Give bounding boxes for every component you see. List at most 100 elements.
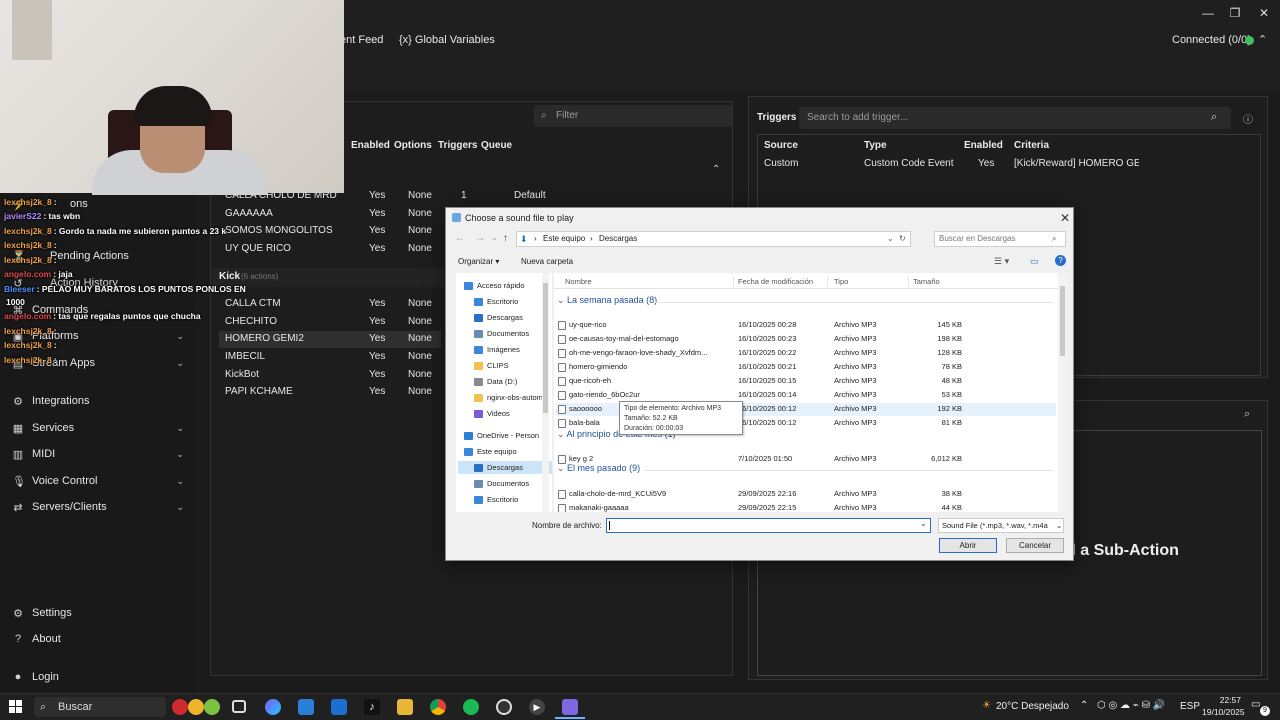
weather-text[interactable]: 20°C Despejado — [996, 701, 1069, 712]
nav-scrollbar-thumb[interactable] — [543, 283, 548, 413]
filetype-select[interactable]: Sound File (*.mp3, *.wav, *.m4a ⌄ — [938, 518, 1064, 533]
file-row[interactable]: uy-que-rico 16/10/2025 00:28 Archivo MP3 14… — [556, 319, 1056, 332]
chevron-up-icon[interactable]: ⌃ — [1258, 33, 1267, 46]
recent-chevron-icon[interactable]: ⌄ — [491, 233, 498, 242]
nav-item[interactable]: OneDrive - Person — [464, 429, 552, 442]
info-icon[interactable]: ⓘ — [1243, 111, 1253, 126]
nav-item[interactable]: Documentos — [474, 327, 552, 340]
minimize-icon[interactable]: — — [1193, 4, 1223, 22]
col-tipo[interactable]: Tipo — [834, 277, 848, 286]
nueva-carpeta-button[interactable]: Nueva carpeta — [521, 257, 573, 266]
nav-item[interactable]: Escritorio — [474, 493, 552, 506]
sidebar-item-servers-clients[interactable]: ⇄ Servers/Clients ⌄ — [12, 499, 184, 515]
file-group-header[interactable]: ⌄ El mes pasado (9) — [557, 463, 640, 474]
col-criteria[interactable]: Criteria — [1014, 140, 1049, 151]
nav-item[interactable]: nginx-obs-autom — [474, 391, 552, 404]
col-queue[interactable]: Queue — [481, 140, 512, 151]
tray-icons[interactable]: ⬡ ◎ ☁ ⌁ ⛁ 🔊 — [1097, 700, 1165, 711]
col-enabled[interactable]: Enabled — [964, 140, 1003, 151]
forward-icon[interactable]: → — [475, 233, 485, 244]
close-window-icon[interactable]: ✕ — [1249, 4, 1279, 22]
nav-item[interactable]: Descargas — [474, 311, 552, 324]
tray-chevron-icon[interactable]: ⌃ — [1080, 700, 1088, 711]
col-options[interactable]: Options — [394, 140, 432, 151]
file-scrollbar-thumb[interactable] — [1060, 286, 1065, 356]
abrir-button[interactable]: Abrir — [939, 538, 997, 553]
file-row[interactable]: calla-cholo-de-mrd_KCUi5V9 29/09/2025 22:… — [556, 488, 1056, 501]
weather-icon[interactable]: ☀ — [982, 700, 991, 711]
notification-icon[interactable]: ▭ — [1251, 699, 1260, 710]
file-row[interactable]: que-ricoh-eh 16/10/2025 00:15 Archivo MP3 4… — [556, 375, 1056, 388]
col-fecha[interactable]: Fecha de modificación — [738, 277, 813, 286]
streamerbot-icon[interactable] — [562, 699, 578, 715]
nav-item[interactable]: Este equipo — [464, 445, 552, 458]
trigger-search-input[interactable]: Search to add trigger... — [799, 107, 1231, 129]
trigger-row[interactable]: Custom Custom Code Event Yes [Kick/Reward] … — [764, 158, 1264, 174]
close-icon[interactable]: ✕ — [1057, 210, 1073, 226]
col-enabled[interactable]: Enabled — [351, 140, 390, 151]
copilot-icon[interactable] — [265, 699, 281, 715]
organizar-button[interactable]: Organizar ▾ — [458, 257, 499, 266]
clock-time[interactable]: 22:57 — [1211, 695, 1241, 705]
taskbar-search[interactable]: ⌕ Buscar — [34, 697, 166, 717]
nav-item[interactable]: Videos — [474, 407, 552, 420]
col-type[interactable]: Type — [864, 140, 887, 151]
breadcrumb-item[interactable]: Este equipo — [543, 232, 585, 246]
spotify-icon[interactable] — [463, 699, 479, 715]
tiktok-icon[interactable]: ♪ — [364, 699, 380, 715]
chrome-icon[interactable] — [430, 699, 446, 715]
back-icon[interactable]: ← — [455, 233, 465, 244]
windows-start-icon[interactable] — [9, 700, 22, 713]
cancelar-button[interactable]: Cancelar — [1006, 538, 1064, 553]
view-options-icon[interactable]: ☰ ▾ — [994, 256, 1009, 267]
file-explorer-icon[interactable] — [397, 699, 413, 715]
dialog-search-input[interactable]: Buscar en Descargas ⌕ — [934, 231, 1066, 247]
filename-input[interactable]: ⌄ — [606, 518, 931, 533]
search-icon[interactable]: ⌕ — [1244, 408, 1250, 421]
file-row[interactable]: makanaki-gaaaaa 29/09/2025 22:15 Archivo M… — [556, 502, 1056, 512]
sidebar-item-midi[interactable]: ▥ MIDI ⌄ — [12, 446, 184, 462]
sidebar-item-services[interactable]: ▦ Services ⌄ — [12, 420, 184, 436]
outlook-icon[interactable] — [331, 699, 347, 715]
dropdown-icon[interactable]: ⌄ — [887, 232, 894, 246]
refresh-icon[interactable]: ↻ — [899, 232, 906, 246]
clock-date[interactable]: 19/10/2025 — [1202, 707, 1245, 717]
col-nombre[interactable]: Nombre — [565, 277, 592, 286]
breadcrumb-item[interactable]: Descargas — [599, 232, 637, 246]
help-icon[interactable]: ? — [1055, 255, 1066, 266]
store-icon[interactable] — [298, 699, 314, 715]
address-bar[interactable]: ⬇ › Este equipo › Descargas ⌄ ↻ — [516, 231, 911, 247]
actions-filter-input[interactable]: ⌕ Filter — [534, 105, 732, 127]
nav-item[interactable]: Documentos — [474, 477, 552, 490]
sidebar-item-login[interactable]: ● Login — [12, 669, 184, 685]
collapse-up-icon[interactable]: ⌃ — [712, 164, 720, 175]
sidebar-item-settings[interactable]: ⚙ Settings — [12, 605, 184, 621]
language-indicator[interactable]: ESP — [1180, 701, 1200, 712]
up-icon[interactable]: ↑ — [503, 233, 508, 244]
nav-event-feed[interactable]: ent Feed — [340, 34, 383, 48]
col-triggers[interactable]: Triggers — [438, 140, 477, 151]
nav-item[interactable]: Acceso rápido — [464, 279, 552, 292]
file-group-header[interactable]: ⌄ La semana pasada (8) — [557, 295, 657, 306]
col-tamano[interactable]: Tamaño — [913, 277, 940, 286]
preview-pane-icon[interactable]: ▭ — [1030, 256, 1039, 267]
task-view-icon[interactable] — [232, 700, 246, 713]
connection-status[interactable]: Connected (0/0) — [1172, 34, 1251, 46]
nav-item[interactable]: Imágenes — [474, 343, 552, 356]
nav-item[interactable]: Data (D:) — [474, 375, 552, 388]
file-row[interactable]: oh-me-vengo-faraon-love-shady_Xvfdm... 16… — [556, 347, 1056, 360]
file-row[interactable]: oe-causas-toy-mal-del-estomago 16/10/2025… — [556, 333, 1056, 346]
col-source[interactable]: Source — [764, 140, 798, 151]
sidebar-item-voice-control[interactable]: 🎙 Voice Control ⌄ — [12, 473, 184, 489]
nav-item[interactable]: Escritorio — [474, 295, 552, 308]
search-icon[interactable]: ⌕ — [1211, 111, 1217, 124]
sidebar-item-about[interactable]: ? About — [12, 631, 184, 647]
nav-item[interactable]: Descargas — [458, 461, 552, 474]
nav-global-variables[interactable]: {x} Global Variables — [399, 34, 495, 48]
sidebar-item-integrations[interactable]: ⚙ Integrations — [12, 393, 184, 409]
obs-icon[interactable] — [496, 699, 512, 715]
media-player-icon[interactable]: ▶ — [529, 699, 545, 715]
file-row[interactable]: homero-gimiendo 16/10/2025 00:21 Archivo M… — [556, 361, 1056, 374]
nav-item[interactable]: CLIPS — [474, 359, 552, 372]
fruit-widget-icon[interactable] — [172, 697, 222, 717]
